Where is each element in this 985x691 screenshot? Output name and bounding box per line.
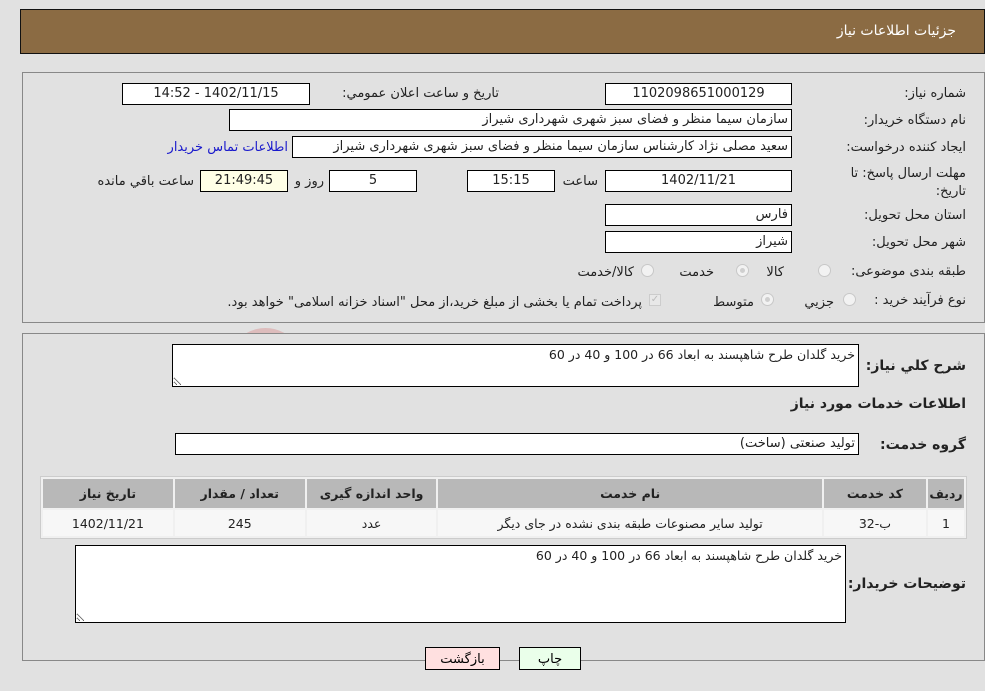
services-heading: اطلاعات خدمات مورد نیاز	[790, 396, 966, 412]
buyer-org-field[interactable]: سازمان سیما منظر و فضای سبز شهری شهرداری…	[229, 109, 792, 131]
purchase-type-radio-minor[interactable]	[843, 293, 856, 306]
buyer-org-label: نام دستگاه خریدار:	[863, 113, 966, 128]
col-header-service-code: کد خدمت	[823, 479, 927, 508]
announce-datetime-field[interactable]: 1402/11/15 - 14:52	[122, 83, 310, 105]
cell-quantity: 245	[174, 510, 305, 536]
page-header: جزئیات اطلاعات نیاز	[20, 9, 985, 54]
cell-unit: عدد	[306, 510, 437, 536]
col-header-service-name: نام خدمت	[438, 479, 822, 508]
deadline-time-label: ساعت	[562, 174, 598, 189]
days-label: روز و	[294, 174, 324, 189]
cell-row-number: 1	[928, 510, 964, 536]
city-field[interactable]: شیراز	[605, 231, 792, 253]
remaining-time-field: 21:49:45	[200, 170, 288, 192]
page-title: جزئیات اطلاعات نیاز	[836, 23, 956, 39]
treasury-note: پرداخت تمام یا بخشی از مبلغ خرید،از محل …	[227, 295, 642, 310]
description-label: شرح کلي نیاز:	[865, 358, 966, 374]
cell-service-code: ب-32	[823, 510, 927, 536]
service-group-field[interactable]: تولید صنعتی (ساخت)	[175, 433, 859, 455]
city-label: شهر محل تحویل:	[871, 235, 966, 250]
purchase-type-option-minor: جزيي	[804, 295, 834, 310]
buyer-notes-textarea[interactable]: خرید گلدان طرح شاهپسند به ابعاد 66 در 10…	[75, 545, 846, 623]
province-label: استان محل تحویل:	[864, 208, 966, 223]
purchase-type-label: نوع فرآیند خرید :	[874, 293, 966, 308]
need-number-field[interactable]: 1102098651000129	[605, 83, 792, 105]
buyer-notes-label: توضیحات خریدار:	[847, 576, 966, 592]
need-details-panel: شرح کلي نیاز: خرید گلدان طرح شاهپسند به …	[22, 333, 985, 661]
cell-need-date: 1402/11/21	[43, 510, 173, 536]
category-radio-goods[interactable]	[818, 264, 831, 277]
requester-field[interactable]: سعید مصلی نژاد کارشناس سازمان سیما منظر …	[292, 136, 792, 158]
category-label: طبقه بندی موضوعی:	[850, 264, 966, 279]
category-radio-service[interactable]	[736, 264, 749, 277]
category-option-goods: کالا	[766, 265, 784, 280]
purchase-type-radio-medium[interactable]	[761, 293, 774, 306]
category-option-service: خدمت	[679, 265, 714, 280]
category-radio-goods-service[interactable]	[641, 264, 654, 277]
print-button[interactable]: چاپ	[519, 647, 581, 670]
buyer-contact-link[interactable]: اطلاعات تماس خریدار	[168, 140, 288, 155]
services-table: ردیف کد خدمت نام خدمت واحد اندازه گیری ت…	[40, 476, 967, 539]
back-button[interactable]: بازگشت	[425, 647, 500, 670]
requester-label: ایجاد کننده درخواست:	[846, 140, 966, 155]
service-group-label: گروه خدمت:	[880, 437, 966, 453]
need-number-label: شماره نیاز:	[904, 86, 966, 101]
col-header-row-number: ردیف	[928, 479, 964, 508]
deadline-label: مهلت ارسال پاسخ: تا تاریخ:	[850, 166, 966, 199]
col-header-unit: واحد اندازه گیری	[306, 479, 437, 508]
treasury-checkbox[interactable]: ✓	[649, 294, 661, 306]
category-option-goods-service: کالا/خدمت	[577, 265, 634, 280]
need-info-panel: AriaTender.neT شماره نیاز: 1102098651000…	[22, 72, 985, 448]
table-row: 1 ب-32 تولید سایر مصنوعات طبقه بندی نشده…	[43, 510, 964, 536]
purchase-type-option-medium: متوسط	[713, 295, 754, 310]
remaining-days-field[interactable]: 5	[329, 170, 417, 192]
col-header-quantity: تعداد / مقدار	[174, 479, 305, 508]
province-field[interactable]: فارس	[605, 204, 792, 226]
table-header-row: ردیف کد خدمت نام خدمت واحد اندازه گیری ت…	[43, 479, 964, 508]
deadline-date-field[interactable]: 1402/11/21	[605, 170, 792, 192]
deadline-time-field[interactable]: 15:15	[467, 170, 555, 192]
description-textarea[interactable]: خرید گلدان طرح شاهپسند به ابعاد 66 در 10…	[172, 344, 859, 387]
cell-service-name: تولید سایر مصنوعات طبقه بندی نشده در جای…	[438, 510, 822, 536]
announce-datetime-label: تاریخ و ساعت اعلان عمومي:	[342, 86, 499, 101]
remaining-time-label: ساعت باقي مانده	[97, 174, 194, 189]
col-header-need-date: تاریخ نیاز	[43, 479, 173, 508]
